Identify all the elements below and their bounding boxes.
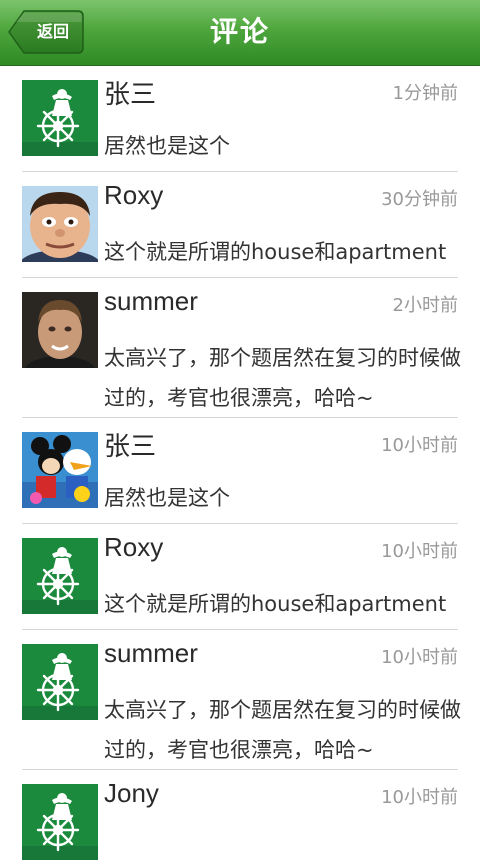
comment-item[interactable]: Roxy 10小时前 这个就是所谓的house和apartment — [0, 524, 480, 630]
commenter-name: summer — [104, 638, 198, 668]
back-button-label: 返回 — [36, 22, 69, 41]
logo-avatar-image — [22, 538, 98, 614]
comment-list: 张三 1分钟前 居然也是这个 Roxy 30分钟前 这个就是所谓的house和a… — [0, 66, 480, 860]
comment-time: 10小时前 — [381, 541, 458, 562]
title-bar: 返回 评论 — [0, 0, 480, 66]
commenter-name: Roxy — [104, 180, 164, 210]
photo-avatar-image — [22, 292, 98, 368]
avatar[interactable] — [22, 784, 98, 860]
comment-text: 这个就是所谓的house和apartment — [104, 240, 447, 264]
comment-item[interactable]: 张三 10小时前 居然也是这个 — [0, 418, 480, 524]
back-button[interactable]: 返回 — [8, 10, 84, 54]
comment-text: 太高兴了，那个题居然在复习的时候做过的，考官也很漂亮，哈哈~ — [104, 346, 461, 410]
comment-time: 1分钟前 — [392, 83, 458, 104]
comment-text: 太高兴了，那个题居然在复习的时候做过的，考官也很漂亮，哈哈~ — [104, 698, 461, 762]
logo-avatar-image — [22, 784, 98, 860]
comment-item[interactable]: summer 2小时前 太高兴了，那个题居然在复习的时候做过的，考官也很漂亮，哈… — [0, 278, 480, 418]
comment-time: 10小时前 — [381, 647, 458, 668]
avatar[interactable] — [22, 80, 98, 156]
comment-text: 居然也是这个 — [104, 486, 230, 510]
comment-item[interactable]: Roxy 30分钟前 这个就是所谓的house和apartment — [0, 172, 480, 278]
avatar[interactable] — [22, 186, 98, 262]
commenter-name: Jony — [104, 778, 159, 808]
commenter-name: 张三 — [104, 431, 157, 461]
cartoon-avatar-image — [22, 432, 98, 508]
commenter-name: Roxy — [104, 532, 164, 562]
avatar[interactable] — [22, 538, 98, 614]
avatar[interactable] — [22, 292, 98, 368]
comment-time: 10小时前 — [381, 435, 458, 456]
comment-text: 这个就是所谓的house和apartment — [104, 592, 447, 616]
comment-item[interactable]: 张三 1分钟前 居然也是这个 — [0, 66, 480, 172]
logo-avatar-image — [22, 644, 98, 720]
commenter-name: summer — [104, 286, 198, 316]
commenter-name: 张三 — [104, 79, 157, 109]
comment-item[interactable]: Jony 10小时前 — [0, 770, 480, 860]
comment-time: 2小时前 — [392, 295, 458, 316]
avatar[interactable] — [22, 644, 98, 720]
photo-avatar-image — [22, 186, 98, 262]
comment-time: 30分钟前 — [381, 189, 458, 210]
comment-item[interactable]: summer 10小时前 太高兴了，那个题居然在复习的时候做过的，考官也很漂亮，… — [0, 630, 480, 770]
comment-text: 居然也是这个 — [104, 134, 230, 158]
avatar[interactable] — [22, 432, 98, 508]
logo-avatar-image — [22, 80, 98, 156]
comment-time: 10小时前 — [381, 787, 458, 808]
